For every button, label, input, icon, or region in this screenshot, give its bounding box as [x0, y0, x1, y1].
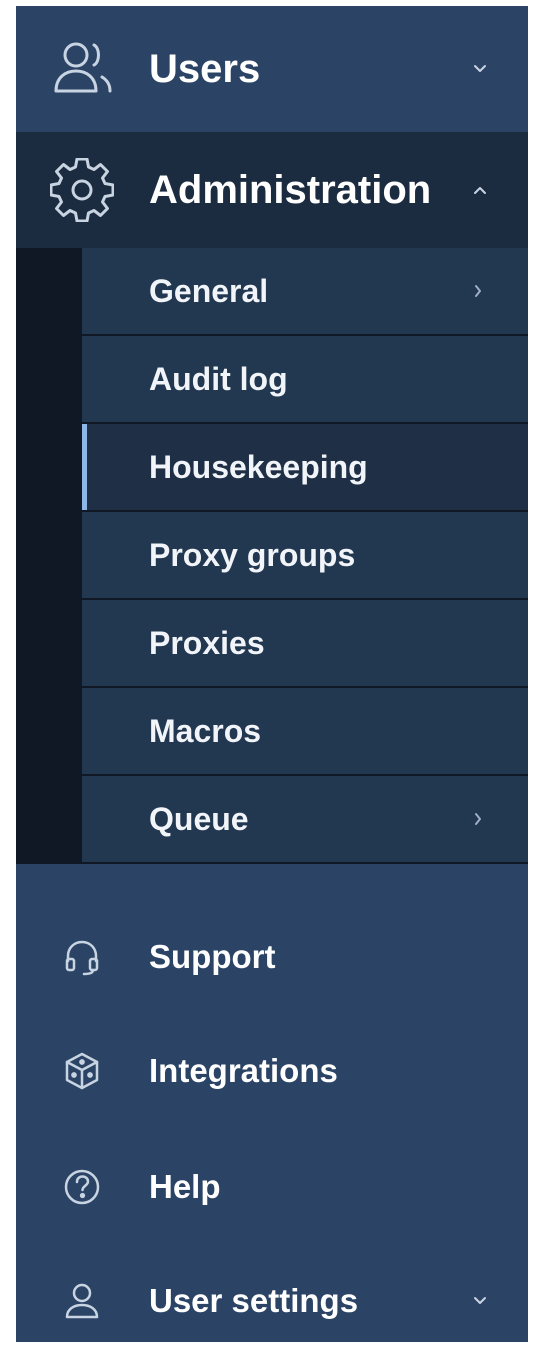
help-icon — [56, 1161, 108, 1213]
submenu-item-queue[interactable]: Queue — [82, 776, 528, 862]
menu-item-label: Integrations — [149, 1052, 338, 1089]
menu-item-administration[interactable]: Administration — [16, 132, 528, 248]
submenu-item-label: General — [149, 272, 269, 309]
chevron-down-icon — [468, 1289, 492, 1313]
menu-item-label: Help — [149, 1168, 221, 1205]
administration-submenu: General Audit log Housekeeping Proxy gro… — [16, 248, 528, 864]
submenu-item-housekeeping[interactable]: Housekeeping — [82, 424, 528, 510]
submenu-item-label: Queue — [149, 800, 249, 837]
menu-item-help[interactable]: Help — [16, 1132, 528, 1242]
submenu-item-label: Housekeeping — [149, 448, 368, 485]
users-icon — [50, 37, 114, 101]
menu-item-label: Administration — [149, 167, 432, 212]
submenu-item-label: Proxy groups — [149, 536, 356, 573]
submenu-item-proxy-groups[interactable]: Proxy groups — [82, 512, 528, 598]
user-icon — [56, 1275, 108, 1327]
menu-item-integrations[interactable]: Integrations — [16, 1016, 528, 1126]
menu-item-label: User settings — [149, 1282, 359, 1319]
chevron-up-icon — [468, 178, 492, 202]
submenu-item-proxies[interactable]: Proxies — [82, 600, 528, 686]
menu-item-label: Users — [149, 46, 261, 91]
submenu-item-macros[interactable]: Macros — [82, 688, 528, 774]
menu-item-label: Support — [149, 938, 276, 975]
chevron-right-icon — [468, 281, 488, 301]
submenu-item-label: Audit log — [149, 360, 288, 397]
chevron-right-icon — [468, 809, 488, 829]
headset-icon — [56, 931, 108, 983]
active-indicator — [82, 424, 87, 510]
menu-item-users[interactable]: Users — [16, 6, 528, 132]
menu-item-user-settings[interactable]: User settings — [16, 1246, 528, 1342]
submenu-item-general[interactable]: General — [82, 248, 528, 334]
menu-item-support[interactable]: Support — [16, 902, 528, 1012]
submenu-item-label: Macros — [149, 712, 262, 749]
sidebar-nav: Users Administration General Audit log H… — [16, 6, 528, 1342]
gear-icon — [50, 158, 114, 222]
submenu-item-audit-log[interactable]: Audit log — [82, 336, 528, 422]
submenu-item-label: Proxies — [149, 624, 265, 661]
chevron-down-icon — [468, 57, 492, 81]
cube-icon — [56, 1045, 108, 1097]
